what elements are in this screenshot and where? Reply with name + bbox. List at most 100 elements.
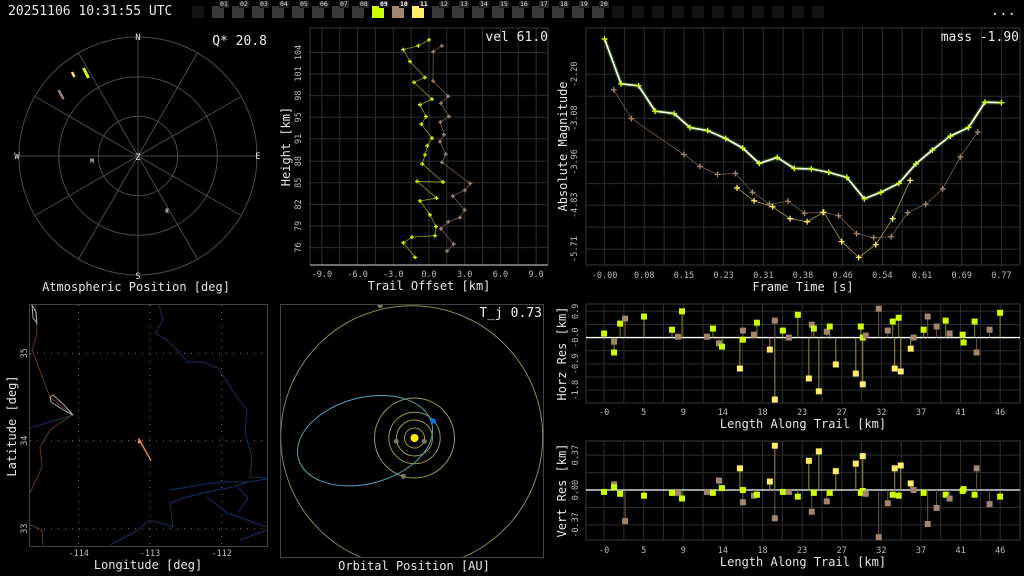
x-tick-label: 0.77 <box>991 271 1011 281</box>
north-label: N <box>135 33 140 43</box>
residual-point <box>910 487 917 494</box>
residual-point <box>875 534 882 541</box>
residual-point <box>815 448 822 455</box>
data-point <box>787 215 794 222</box>
data-point <box>434 224 439 229</box>
atmospheric-position-panel: N S E W Z M R Q* 20.8 Atmospheric Positi… <box>14 33 267 294</box>
tisserand-badge: T_j 0.73 <box>479 306 542 321</box>
x-tick-label: 0.15 <box>674 271 694 281</box>
residual-point <box>815 388 822 395</box>
residual-point <box>924 313 931 320</box>
y-tick-label: 91 <box>294 134 304 144</box>
y-tick-label: 0.9 <box>571 304 581 319</box>
residual-point <box>739 327 746 334</box>
series-line <box>402 39 445 258</box>
ground-map-panel: -114 -113 -112 35 34 33 Longitude [deg] … <box>5 304 268 572</box>
residual-point <box>897 368 904 375</box>
x-tick-label: 5 <box>641 546 646 556</box>
data-point <box>441 132 446 137</box>
streak-cam11 <box>70 71 76 78</box>
map-xlabel: Longitude [deg] <box>94 558 202 572</box>
data-point <box>422 152 427 157</box>
residual-point <box>739 487 746 494</box>
residual-point <box>715 477 722 484</box>
residual-point <box>889 318 896 325</box>
residual-point <box>997 309 1004 316</box>
lon-tick: -112 <box>211 549 231 559</box>
x-axis-title: Frame Time [s] <box>752 280 853 294</box>
residual-point <box>669 326 676 333</box>
x-tick-label: 0.61 <box>912 271 932 281</box>
data-point <box>785 198 792 205</box>
plot-frame <box>585 303 1021 404</box>
residual-point <box>766 346 773 353</box>
residual-point <box>810 489 817 496</box>
marker-r: R <box>165 208 169 215</box>
y-tick-label: -0.9 <box>571 354 581 374</box>
x-tick-label: -0 <box>599 408 609 418</box>
polar-title: Atmospheric Position [deg] <box>42 280 230 294</box>
x-tick-label: -0.00 <box>592 271 618 281</box>
lon-tick: -114 <box>68 549 88 559</box>
marker-m: M <box>90 158 94 165</box>
residual-point <box>718 343 725 350</box>
residual-point <box>832 468 839 475</box>
residual-point <box>779 488 786 495</box>
x-tick-label: 46 <box>995 546 1005 556</box>
y-tick-label: -2.20 <box>570 62 580 88</box>
residual-point <box>709 489 716 496</box>
west-label: W <box>14 152 20 162</box>
residual-point <box>875 305 882 312</box>
residual-point <box>960 339 967 346</box>
y-tick-label: 95 <box>294 112 304 122</box>
residual-point <box>832 361 839 368</box>
residual-point <box>859 453 866 460</box>
chart-1: -0.00 0.08 0.15 0.23 0.31 0.38 0.46 0.54 0.61 0.6… <box>556 27 1021 294</box>
y-tick-label: -5.71 <box>570 236 580 262</box>
residual-point <box>703 333 710 340</box>
y-axis-title: Height [km] <box>279 107 293 186</box>
residual-point <box>823 498 830 505</box>
residual-point <box>779 327 786 334</box>
residual-point <box>973 349 980 356</box>
residual-point <box>622 518 629 525</box>
y-axis-title: Absolute Magnitude <box>556 81 570 211</box>
x-axis-title: Length Along Trail [km] <box>720 555 886 569</box>
residual-point <box>884 500 891 507</box>
sun-icon <box>410 434 419 442</box>
residual-point <box>766 478 773 485</box>
orbit-title: Orbital Position [AU] <box>338 559 490 573</box>
y-tick-label: 82 <box>294 199 304 209</box>
residual-point <box>679 308 686 315</box>
data-point <box>907 177 914 184</box>
residual-point <box>622 315 629 322</box>
residual-point <box>805 375 812 382</box>
y-tick-label: -0.0 <box>571 327 581 347</box>
residual-point <box>826 489 833 496</box>
data-point <box>417 102 422 107</box>
chart-badge: vel 61.0 <box>485 30 548 45</box>
residual-point <box>641 313 648 320</box>
data-point <box>888 233 895 240</box>
residual-point <box>679 495 686 502</box>
residual-point <box>753 491 760 498</box>
chart-2: -0 5 9 14 18 23 27 32 37 41 460.9-0.0-0.9-1.8Lengt… <box>555 303 1021 431</box>
residual-point <box>891 365 898 372</box>
data-point <box>714 171 721 178</box>
residual-point <box>959 331 966 338</box>
residual-point <box>674 333 681 340</box>
x-tick-label: 5 <box>641 408 646 418</box>
planet-dot <box>393 438 399 444</box>
residual-point <box>960 486 967 493</box>
dashboard-plots: N S E W Z M R Q* 20.8 Atmospheric Positi… <box>5 27 1021 573</box>
x-tick-label: 41 <box>955 408 965 418</box>
residual-point <box>617 490 624 497</box>
east-label: E <box>255 152 260 162</box>
y-tick-label: 76 <box>294 242 304 252</box>
residual-point <box>986 326 993 333</box>
residual-point <box>852 460 859 467</box>
y-tick-label: -1.8 <box>571 380 581 400</box>
data-point <box>427 37 431 42</box>
data-point <box>416 43 421 48</box>
residual-point <box>933 323 940 330</box>
